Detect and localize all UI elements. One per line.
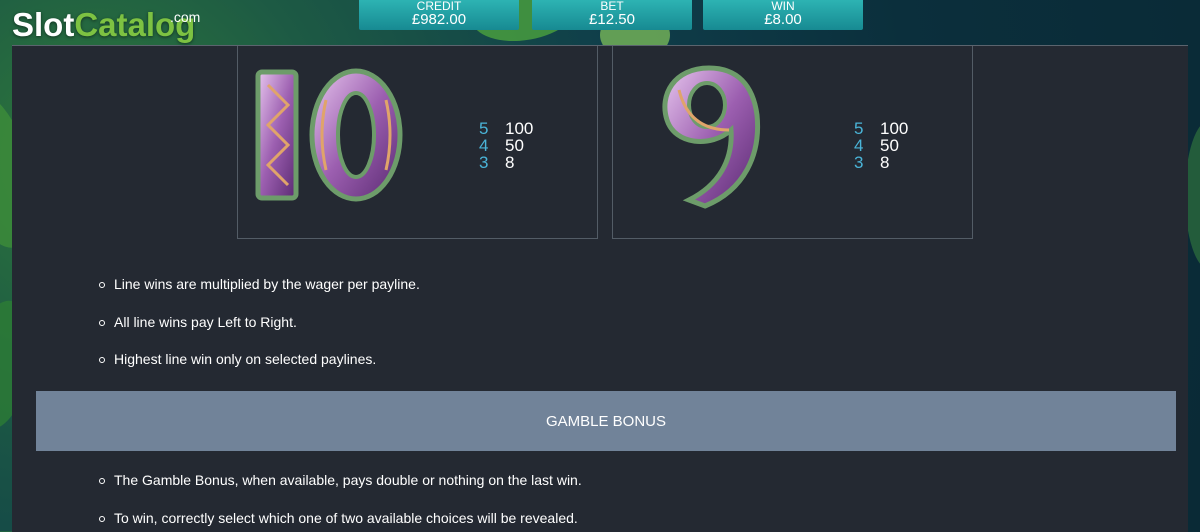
pay-row: 5 100: [479, 119, 534, 138]
symbol-card-10: 5 100 4 50 38: [237, 46, 598, 239]
win-display: WIN £8.00: [703, 0, 863, 30]
paytable-10: 5 100 4 50 38: [479, 120, 533, 171]
bet-display: BET £12.50: [532, 0, 692, 30]
credit-value: £982.00: [411, 11, 467, 28]
rule-item: Line wins are multiplied by the wager pe…: [99, 276, 420, 292]
pay-row: 5 100: [854, 119, 909, 138]
credit-display: CREDIT £982.00: [359, 0, 519, 30]
gamble-rule-item: To win, correctly select which one of tw…: [99, 510, 578, 526]
pay-row: 4 50: [854, 136, 899, 155]
symbol-card-9: 5 100 4 50 38: [612, 46, 973, 239]
gamble-bonus-header: GAMBLE BONUS: [36, 391, 1176, 451]
win-value: £8.00: [764, 11, 802, 28]
rule-item: All line wins pay Left to Right.: [99, 314, 297, 330]
paytable-9: 5 100 4 50 38: [854, 120, 908, 171]
pay-row: 38: [854, 153, 890, 172]
bet-value: £12.50: [589, 11, 635, 28]
pay-row: 38: [479, 153, 515, 172]
slotcatalog-logo: SlotCatalog .com: [12, 6, 201, 43]
rule-item: Highest line win only on selected paylin…: [98, 351, 377, 367]
pay-row: 4 50: [479, 136, 524, 155]
celtic-9-symbol-icon: [662, 65, 761, 209]
gamble-rule-item: The Gamble Bonus, when available, pays d…: [99, 472, 582, 488]
celtic-10-symbol-icon: [255, 68, 403, 202]
paytable-panel: 5 100 4 50 38 5 100 4 50 38 Line wins are mu…: [12, 45, 1188, 532]
